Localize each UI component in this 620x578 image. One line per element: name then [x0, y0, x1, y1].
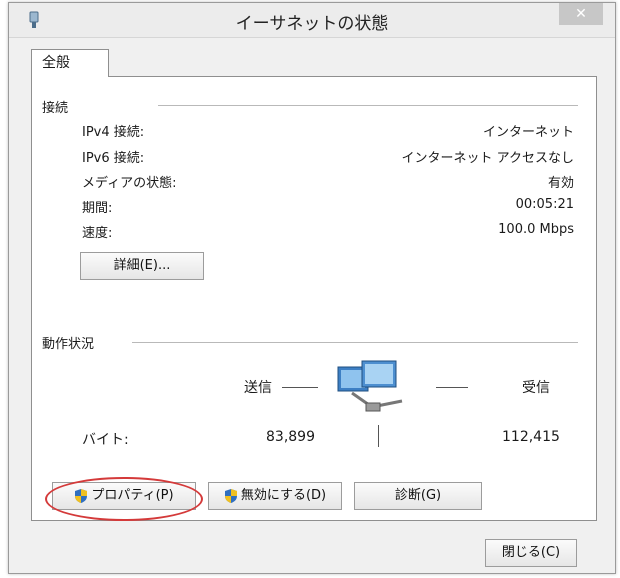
- ipv4-value: インターネット: [482, 125, 574, 140]
- diagnose-button[interactable]: 診断(G): [354, 482, 482, 510]
- disable-button[interactable]: 無効にする(D): [208, 482, 342, 510]
- duration-value: 00:05:21: [515, 197, 574, 212]
- media-state-value: 有効: [547, 176, 574, 191]
- general-tab-panel: 接続 IPv4 接続: インターネット IPv6 接続: インターネット アクセ…: [31, 76, 597, 521]
- ipv6-label: IPv6 接続:: [82, 151, 145, 166]
- bytes-received-value: 112,415: [502, 429, 560, 445]
- disable-button-label: 無効にする(D): [240, 488, 327, 503]
- bytes-separator: [378, 425, 379, 447]
- connection-section-title: 接続: [42, 101, 69, 116]
- bytes-sent-value: 83,899: [266, 429, 315, 445]
- received-line: [436, 387, 468, 388]
- close-window-button[interactable]: ✕: [559, 3, 603, 25]
- properties-button-label: プロパティ(P): [91, 488, 174, 503]
- activity-divider: [132, 342, 578, 343]
- ipv4-label: IPv4 接続:: [82, 125, 145, 140]
- details-button[interactable]: 詳細(E)...: [80, 252, 204, 280]
- speed-label: 速度:: [82, 226, 113, 241]
- network-computers-icon: [337, 360, 403, 412]
- bytes-label: バイト:: [82, 432, 129, 448]
- window-title: イーサネットの状態: [235, 14, 389, 34]
- ethernet-status-window: イーサネットの状態 ✕ 全般 接続 IPv4 接続: インターネット IPv6 …: [8, 2, 616, 574]
- speed-value: 100.0 Mbps: [498, 222, 574, 237]
- close-button[interactable]: 閉じる(C): [485, 539, 577, 567]
- tab-general[interactable]: 全般: [31, 49, 109, 77]
- sent-line: [282, 387, 318, 388]
- connection-divider: [158, 105, 578, 106]
- sent-label: 送信: [244, 380, 272, 396]
- activity-section-title: 動作状況: [42, 337, 95, 352]
- title-bar: イーサネットの状態 ✕: [9, 3, 615, 38]
- uac-shield-icon: [224, 488, 237, 503]
- ipv6-value: インターネット アクセスなし: [401, 151, 574, 166]
- duration-label: 期間:: [82, 201, 113, 216]
- uac-shield-icon: [75, 488, 88, 503]
- media-state-label: メディアの状態:: [82, 176, 177, 191]
- received-label: 受信: [522, 380, 550, 396]
- properties-button[interactable]: プロパティ(P): [52, 482, 196, 510]
